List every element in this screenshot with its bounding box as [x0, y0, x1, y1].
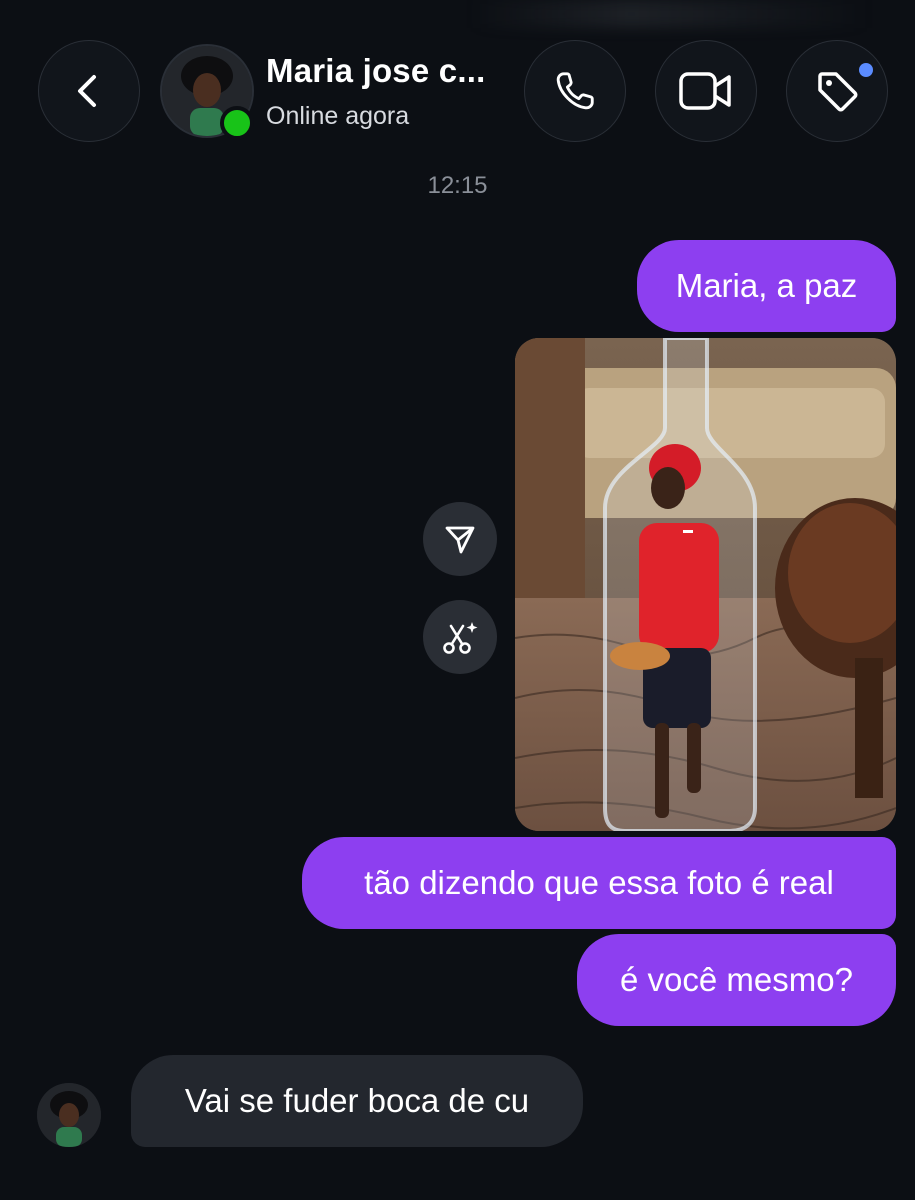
online-status-dot — [220, 106, 254, 140]
photo-bottle-image — [515, 338, 896, 831]
tag-icon — [818, 72, 858, 112]
outgoing-message[interactable]: tão dizendo que essa foto é real — [302, 837, 896, 929]
back-button[interactable] — [38, 40, 140, 142]
status-bar-blur — [470, 0, 870, 28]
video-call-button[interactable] — [655, 40, 757, 142]
outgoing-message[interactable]: Maria, a paz — [637, 240, 896, 332]
video-camera-icon — [679, 72, 731, 110]
share-photo-button[interactable] — [423, 502, 497, 576]
chat-screen: Maria jose c... Online agora 12:15 Maria… — [0, 0, 915, 1200]
voice-call-button[interactable] — [524, 40, 626, 142]
sender-avatar[interactable] — [37, 1083, 101, 1147]
sender-avatar-photo — [37, 1083, 101, 1147]
incoming-message[interactable]: Vai se fuder boca de cu — [131, 1055, 583, 1147]
remix-photo-button[interactable] — [423, 600, 497, 674]
scissors-sparkle-icon — [443, 622, 478, 654]
tag-button[interactable] — [786, 40, 888, 142]
chevron-left-icon — [78, 75, 96, 107]
message-timestamp: 12:15 — [427, 172, 488, 199]
contact-status: Online agora — [266, 102, 410, 130]
contact-name[interactable]: Maria jose c... — [266, 52, 485, 90]
outgoing-message[interactable]: é você mesmo? — [577, 934, 896, 1026]
photo-message[interactable] — [515, 338, 896, 831]
phone-icon — [556, 72, 594, 110]
send-icon — [445, 526, 475, 554]
notification-badge — [859, 63, 873, 77]
